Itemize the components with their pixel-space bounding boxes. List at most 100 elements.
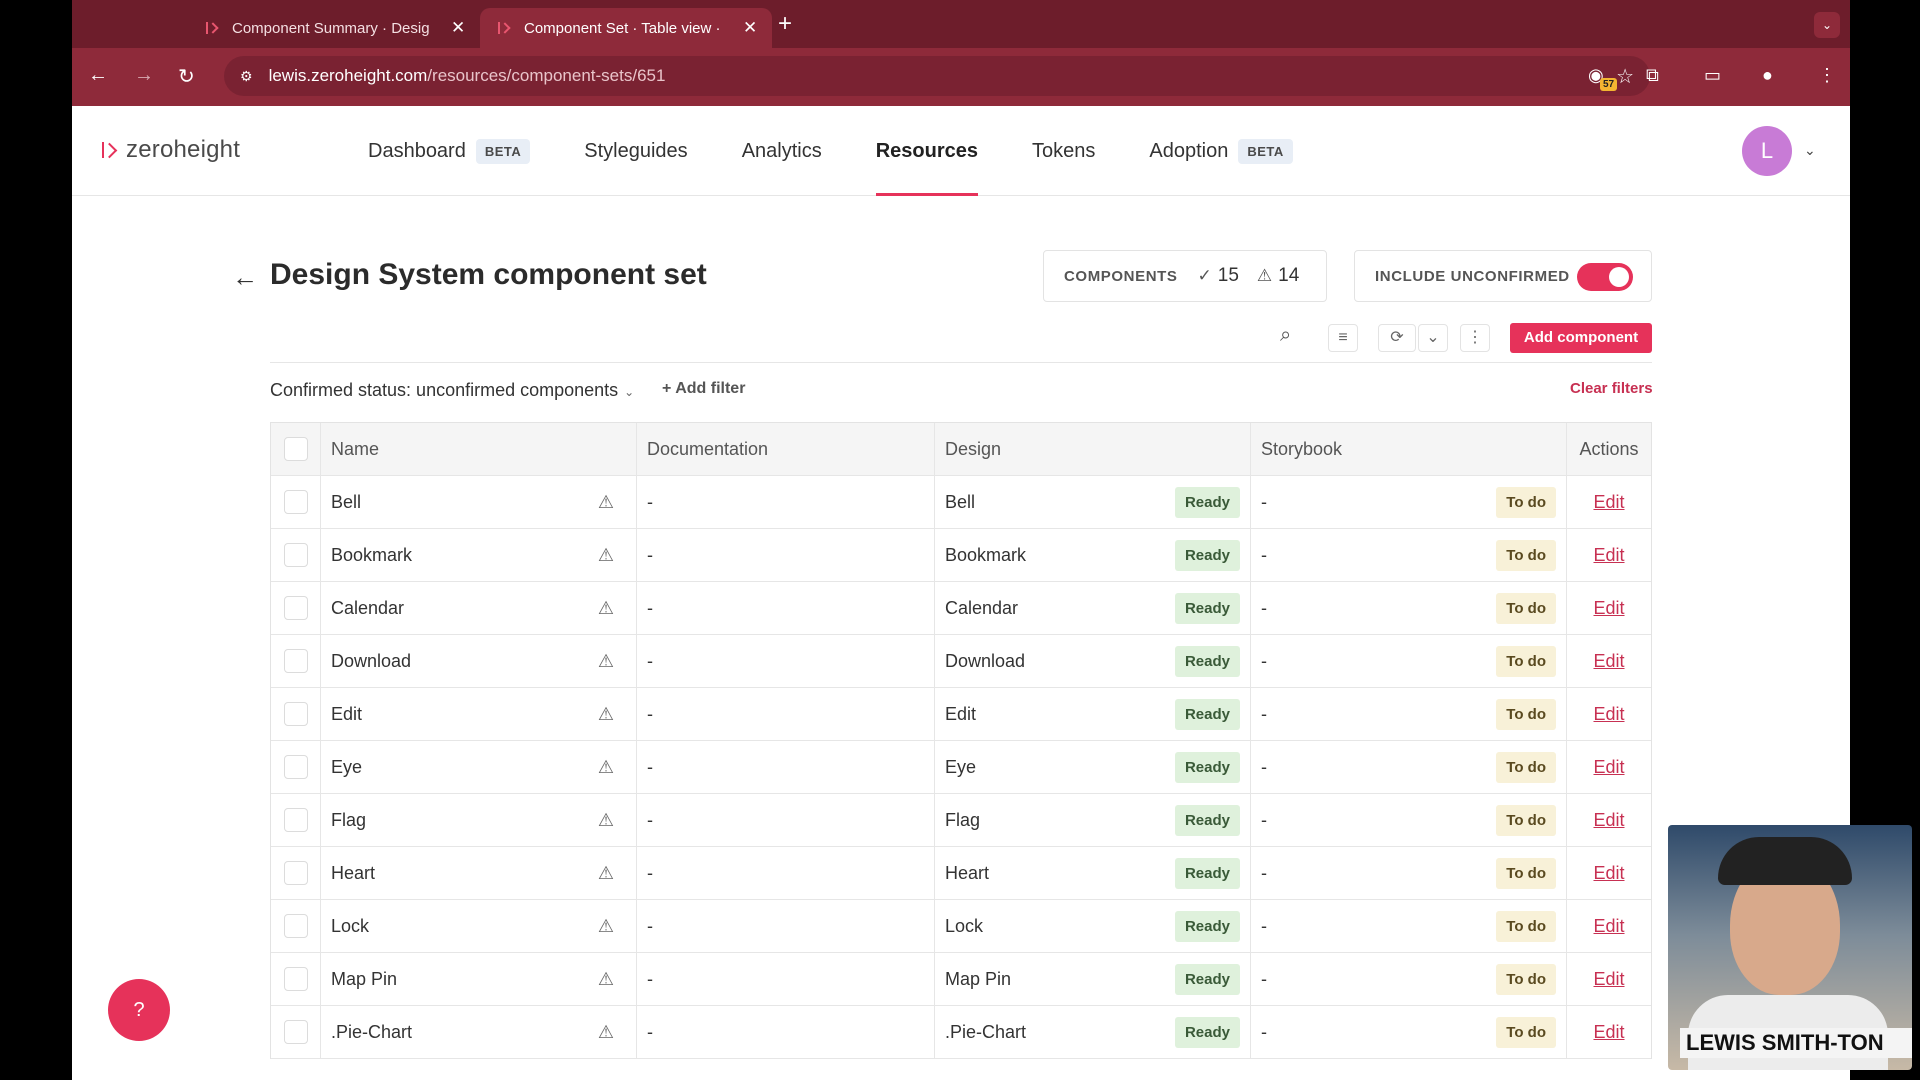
header-name[interactable]: Name <box>321 423 637 475</box>
table-row: Flag ⚠ - Flag Ready - To do Edit <box>271 794 1651 847</box>
table-row: .Pie-Chart ⚠ - .Pie-Chart Ready - To do … <box>271 1006 1651 1059</box>
row-checkbox[interactable] <box>283 596 308 620</box>
add-filter-button[interactable]: + Add filter <box>662 380 745 398</box>
sync-icon[interactable]: ⟳ <box>1378 324 1416 352</box>
documentation-value: - <box>647 756 653 777</box>
check-circle-icon: ✓ <box>1197 266 1212 285</box>
row-checkbox[interactable] <box>283 914 308 938</box>
documentation-cell: - <box>637 529 935 581</box>
component-name[interactable]: Heart <box>331 863 375 884</box>
nav-resources[interactable]: Resources <box>875 106 979 196</box>
clear-filters-button[interactable]: Clear filters <box>1570 380 1653 397</box>
close-tab-icon[interactable]: ✕ <box>743 18 757 38</box>
cast-icon[interactable]: ▭ <box>1704 65 1721 86</box>
header-design[interactable]: Design <box>935 423 1251 475</box>
row-checkbox[interactable] <box>283 861 308 885</box>
nav-dashboard[interactable]: Dashboard BETA <box>368 106 531 196</box>
help-button[interactable]: ? <box>108 979 170 1041</box>
zeroheight-logo[interactable]: zeroheight <box>102 136 240 164</box>
documentation-value: - <box>647 544 653 565</box>
nav-label: Dashboard <box>368 139 466 162</box>
edit-link[interactable]: Edit <box>1593 1022 1624 1043</box>
edit-link[interactable]: Edit <box>1593 969 1624 990</box>
component-name[interactable]: Lock <box>331 916 369 937</box>
header-storybook[interactable]: Storybook <box>1251 423 1567 475</box>
browser-menu-icon[interactable]: ⋮ <box>1818 65 1836 86</box>
documentation-cell: - <box>637 1006 935 1058</box>
actions-cell: Edit <box>1567 847 1651 899</box>
row-checkbox-cell <box>271 635 321 687</box>
component-name[interactable]: Bookmark <box>331 545 412 566</box>
back-arrow-icon[interactable]: ← <box>232 262 258 293</box>
nav-styleguides[interactable]: Styleguides <box>584 106 687 196</box>
component-name[interactable]: Eye <box>331 757 362 778</box>
nav-label: Analytics <box>741 139 822 162</box>
component-name[interactable]: .Pie-Chart <box>331 1022 412 1043</box>
actions-cell: Edit <box>1567 635 1651 687</box>
edit-link[interactable]: Edit <box>1593 651 1624 672</box>
chevron-down-icon[interactable]: ⌄ <box>1804 142 1816 159</box>
back-icon[interactable]: ← <box>88 64 108 87</box>
edit-link[interactable]: Edit <box>1593 757 1624 778</box>
include-unconfirmed-box: INCLUDE UNCONFIRMED <box>1354 250 1652 302</box>
close-tab-icon[interactable]: ✕ <box>451 18 465 38</box>
component-name[interactable]: Map Pin <box>331 969 397 990</box>
edit-link[interactable]: Edit <box>1593 810 1624 831</box>
header-documentation[interactable]: Documentation <box>637 423 935 475</box>
avatar[interactable]: L <box>1742 126 1792 176</box>
reload-icon[interactable]: ↻ <box>178 64 195 89</box>
site-info-icon[interactable]: ⚙ <box>240 68 253 85</box>
profile-icon[interactable]: ● <box>1762 65 1773 86</box>
actions-cell: Edit <box>1567 476 1651 528</box>
nav-analytics[interactable]: Analytics <box>742 106 822 196</box>
add-component-button[interactable]: Add component <box>1510 323 1652 353</box>
warning-icon: ⚠ <box>597 544 614 565</box>
beta-badge: BETA <box>1238 138 1293 164</box>
select-all-checkbox[interactable] <box>283 437 308 461</box>
row-checkbox[interactable] <box>283 1020 308 1044</box>
new-tab-icon[interactable]: + <box>778 10 792 38</box>
nav-label: Tokens <box>1032 139 1096 162</box>
design-value: Edit <box>945 703 977 724</box>
design-value: Lock <box>945 915 984 936</box>
row-checkbox[interactable] <box>283 490 308 514</box>
edit-link[interactable]: Edit <box>1593 704 1624 725</box>
edit-link[interactable]: Edit <box>1593 916 1624 937</box>
divider <box>270 362 1652 363</box>
edit-link[interactable]: Edit <box>1593 545 1624 566</box>
component-name[interactable]: Bell <box>331 492 361 513</box>
row-checkbox[interactable] <box>283 755 308 779</box>
address-bar[interactable]: ⚙ lewis.zeroheight.com /resources/compon… <box>224 56 1650 96</box>
nav-tokens[interactable]: Tokens <box>1032 106 1095 196</box>
browser-tab-component-summary[interactable]: Component Summary · Desig ✕ <box>188 8 480 48</box>
filter-icon[interactable]: ≡ <box>1328 324 1358 352</box>
bookmark-star-icon[interactable]: ☆ <box>1616 64 1634 89</box>
edit-link[interactable]: Edit <box>1593 598 1624 619</box>
include-unconfirmed-toggle[interactable] <box>1577 263 1633 291</box>
search-icon[interactable]: ⌕ <box>1280 324 1291 347</box>
edit-link[interactable]: Edit <box>1593 492 1624 513</box>
row-checkbox[interactable] <box>283 543 308 567</box>
row-checkbox[interactable] <box>283 649 308 673</box>
component-name[interactable]: Edit <box>331 704 362 725</box>
row-checkbox-cell <box>271 741 321 793</box>
forward-icon[interactable]: → <box>134 64 154 87</box>
browser-tab-component-set[interactable]: Component Set · Table view · ✕ <box>480 8 772 48</box>
tab-search-icon[interactable]: ⌄ <box>1814 12 1840 38</box>
more-options-icon[interactable]: ⋮ <box>1460 324 1490 352</box>
row-checkbox[interactable] <box>283 967 308 991</box>
confirmed-status-filter[interactable]: Confirmed status: unconfirmed components… <box>270 380 634 401</box>
row-checkbox[interactable] <box>283 808 308 832</box>
header-checkbox-cell <box>271 423 321 475</box>
component-name[interactable]: Download <box>331 651 411 672</box>
component-name[interactable]: Flag <box>331 810 366 831</box>
extensions-puzzle-icon[interactable]: ⧉ <box>1646 65 1659 86</box>
status-badge-ready: Ready <box>1174 592 1240 624</box>
edit-link[interactable]: Edit <box>1593 863 1624 884</box>
nav-adoption[interactable]: Adoption BETA <box>1149 106 1293 196</box>
chevron-down-icon[interactable]: ⌄ <box>1418 324 1448 352</box>
component-name[interactable]: Calendar <box>331 598 404 619</box>
name-cell: Map Pin ⚠ <box>321 953 637 1005</box>
documentation-value: - <box>647 862 653 883</box>
row-checkbox[interactable] <box>283 702 308 726</box>
